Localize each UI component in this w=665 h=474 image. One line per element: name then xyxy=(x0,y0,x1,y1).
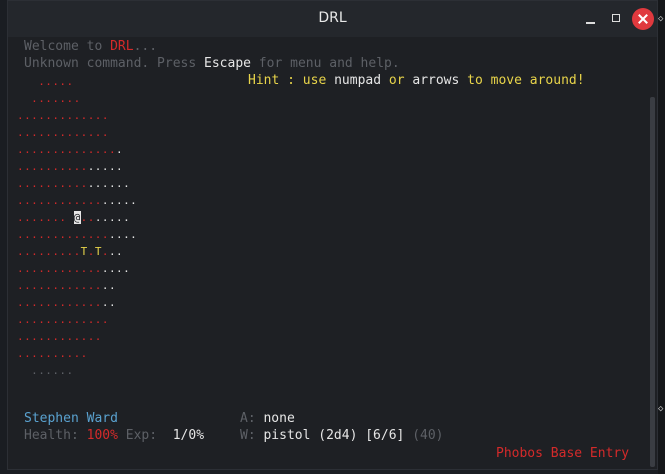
map-tiles: ...... xyxy=(87,177,131,190)
map-tiles: .... xyxy=(101,262,131,275)
title-bar[interactable]: DRL xyxy=(8,1,657,37)
map-tiles: .......... xyxy=(17,160,88,173)
background-window-glyph: ◇ xyxy=(658,404,664,414)
map-tiles: .... xyxy=(108,228,138,241)
map-tiles: ............. xyxy=(17,228,109,241)
map-tiles: ............. xyxy=(17,109,109,122)
map-tiles: ............ xyxy=(17,296,102,309)
map-tiles: ......... xyxy=(17,245,81,258)
message-hint: Hint : use numpad or arrows to move arou… xyxy=(248,73,585,88)
map-tiles: ....... xyxy=(17,92,81,105)
map-row: ................. xyxy=(17,192,137,209)
map-row: ....... xyxy=(17,90,81,107)
map-row: .............. xyxy=(17,294,116,311)
player-marker: @ xyxy=(73,211,81,224)
item-marker: T xyxy=(80,245,88,258)
map-tiles: ............ xyxy=(17,279,102,292)
map-tiles: ..... xyxy=(87,160,124,173)
map-tiles: . xyxy=(101,245,109,258)
location-name: Phobos Base Entry xyxy=(496,446,630,461)
map-row: ...... xyxy=(17,362,74,379)
map-tiles: .. xyxy=(101,279,117,292)
map-tiles: .......... xyxy=(17,177,88,190)
health-exp-line: Health: 100% Exp: 1/0% xyxy=(24,428,205,443)
map-tiles: ..... xyxy=(17,75,74,88)
game-window: DRL Welcome to DRL... Unknown command. P… xyxy=(7,0,658,470)
armor-line: A: none xyxy=(240,411,295,426)
map-tiles: .......... xyxy=(17,347,88,360)
map-row: ............. xyxy=(17,124,109,141)
map-tiles: ............ xyxy=(17,194,102,207)
minimize-button[interactable] xyxy=(582,10,600,28)
map-row: ............ xyxy=(17,328,102,345)
map-row: ................ xyxy=(17,175,130,192)
map-tiles: ............ xyxy=(17,262,102,275)
background-window-edge: ◇ ◇ xyxy=(658,0,665,474)
map-tiles: .. xyxy=(80,211,95,224)
map-tiles: .. xyxy=(108,245,124,258)
player-name: Stephen Ward xyxy=(24,411,118,426)
map-tiles: ............. xyxy=(17,313,109,326)
close-button[interactable] xyxy=(632,8,654,30)
weapon-line: W: pistol (2d4) [6/6] (40) xyxy=(240,428,444,443)
game-screen[interactable]: Welcome to DRL... Unknown command. Press… xyxy=(8,37,657,469)
map-tiles: ....... xyxy=(17,211,74,224)
map-tiles: . xyxy=(116,143,124,156)
map-tiles: ...... xyxy=(17,364,74,377)
map-row: ..... xyxy=(17,73,74,90)
map-row: .............. xyxy=(17,277,116,294)
map-tiles: ............ xyxy=(17,330,102,343)
map-row: .........T.T... xyxy=(17,243,123,260)
map-row: .......... xyxy=(17,345,88,362)
map-row: ................. xyxy=(17,226,137,243)
map-row: ............. xyxy=(17,311,109,328)
map-tiles: ..... xyxy=(94,211,131,224)
scrollbar[interactable] xyxy=(650,97,655,467)
message-unknown-command: Unknown command. Press Escape for menu a… xyxy=(24,56,400,71)
map-tiles: . xyxy=(87,245,95,258)
window-title: DRL xyxy=(318,10,347,26)
map-row: ................ xyxy=(17,260,130,277)
background-window-glyph: ◇ xyxy=(658,14,664,24)
map-row: ............. xyxy=(17,107,109,124)
map-tiles: ..... xyxy=(101,194,138,207)
message-welcome: Welcome to DRL... xyxy=(24,39,158,54)
map-tiles: .. xyxy=(101,296,117,309)
map-row: ....... @....... xyxy=(17,209,130,226)
map-row: ............... xyxy=(17,158,123,175)
map-tiles: ............. xyxy=(17,126,109,139)
item-marker: T xyxy=(94,245,102,258)
map-tiles: .............. xyxy=(17,143,117,156)
map-row: ............... xyxy=(17,141,123,158)
maximize-button[interactable] xyxy=(608,10,626,28)
